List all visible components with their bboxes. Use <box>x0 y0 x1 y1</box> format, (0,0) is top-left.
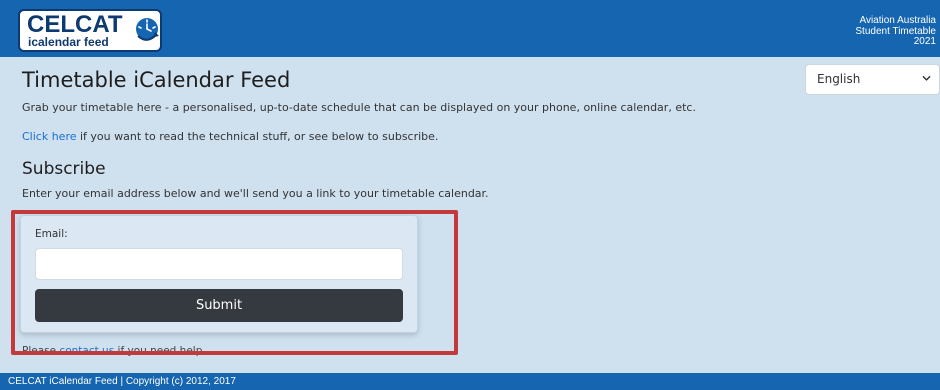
footer-bar: CELCAT iCalendar Feed | Copyright (c) 20… <box>0 373 940 390</box>
help-text: Please contact us if you need help. <box>22 345 206 358</box>
page-title: Timetable iCalendar Feed <box>22 68 291 92</box>
contact-us-link[interactable]: contact us <box>59 345 114 357</box>
footer-copyright: CELCAT iCalendar Feed | Copyright (c) 20… <box>8 376 236 387</box>
email-input[interactable] <box>35 248 403 280</box>
email-label: Email: <box>35 228 68 240</box>
technical-info-rest: if you want to read the technical stuff,… <box>76 130 439 143</box>
organization-name: Aviation Australia Student Timetable 202… <box>855 15 936 48</box>
help-prefix: Please <box>22 345 60 357</box>
submit-button[interactable]: Submit <box>35 289 403 322</box>
language-select[interactable]: English <box>805 64 940 95</box>
chevron-down-icon <box>922 75 931 81</box>
technical-info-link[interactable]: Click here <box>22 130 77 143</box>
language-selected-value: English <box>817 72 861 86</box>
subscribe-heading: Subscribe <box>22 159 106 179</box>
top-bar: CELCAT icalendar feed Aviation Australia… <box>0 0 940 57</box>
technical-info-text: Click here if you want to read the techn… <box>22 130 438 144</box>
subscribe-form: Email: Submit <box>20 215 418 333</box>
logo-subtitle: icalendar feed <box>28 35 109 49</box>
intro-text: Grab your timetable here - a personalise… <box>22 101 696 114</box>
celcat-logo[interactable]: CELCAT icalendar feed <box>18 9 162 52</box>
help-suffix: if you need help. <box>114 345 206 357</box>
org-line-1: Aviation Australia <box>859 15 936 26</box>
org-line-3: 2021 <box>913 36 936 47</box>
subscribe-instructions: Enter your email address below and we'll… <box>22 187 489 200</box>
clock-arrow-icon <box>136 18 159 41</box>
logo-title: CELCAT <box>27 11 123 38</box>
